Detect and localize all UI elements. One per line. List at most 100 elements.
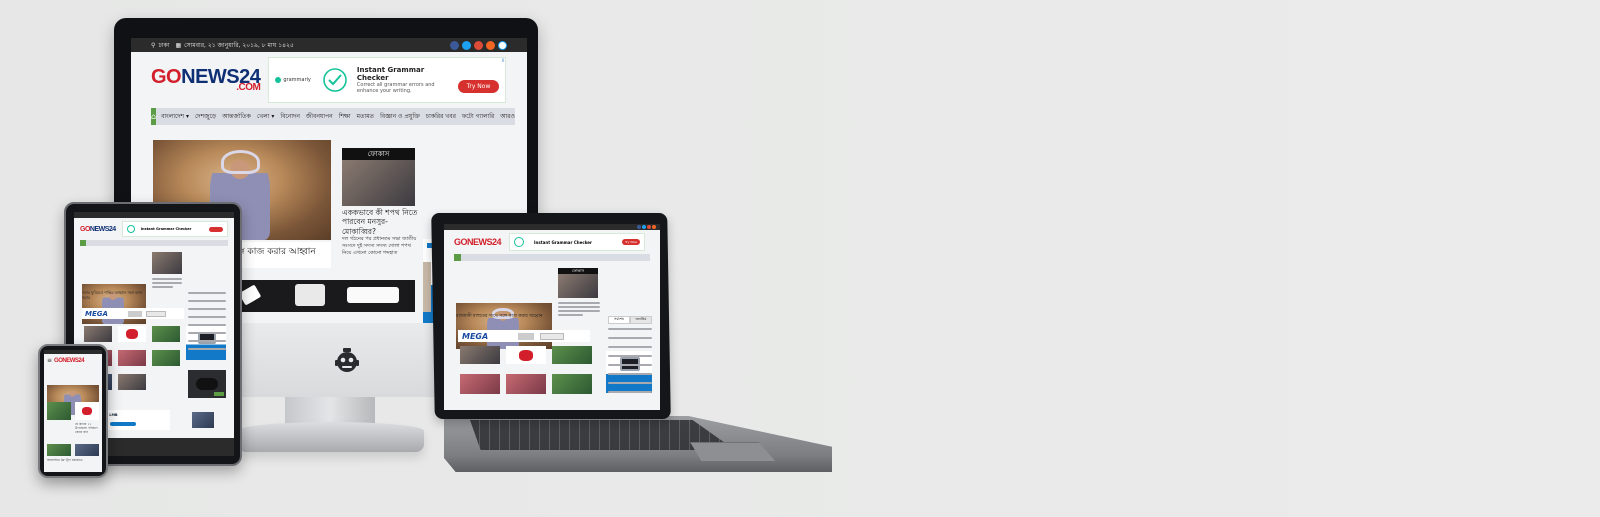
nav-item[interactable]: বিজ্ঞান ও প্রযুক্তি bbox=[380, 111, 420, 122]
nav-item[interactable]: খেলা ▾ bbox=[257, 111, 275, 122]
ad-body: Correct all grammar errors and enhance y… bbox=[356, 81, 435, 95]
laptop-thumb[interactable] bbox=[506, 374, 546, 394]
bangladesh-map-icon bbox=[126, 329, 138, 339]
laptop-ad[interactable]: Instant Grammar Checker Try Now bbox=[509, 233, 646, 251]
tablet-logo[interactable]: GONEWS24 bbox=[80, 226, 116, 233]
check-circle-icon bbox=[514, 237, 525, 247]
laptop-nav bbox=[454, 254, 650, 261]
phone-headline-1[interactable]: যে কাজে ১১ উপজেলা পরিষদে জেয়ে যান bbox=[75, 422, 100, 434]
tablet-thumb[interactable] bbox=[118, 374, 146, 390]
tablet-focus-photo[interactable] bbox=[152, 252, 182, 274]
focus-photo[interactable] bbox=[342, 160, 415, 206]
twitter-icon[interactable] bbox=[642, 225, 646, 229]
bottom-ad-button[interactable] bbox=[110, 422, 136, 426]
tablet-ad[interactable]: Instant Grammar Checker bbox=[121, 221, 228, 237]
ac-ad-strip[interactable] bbox=[231, 280, 415, 312]
focus-headline[interactable]: এককভাবে কী শপথ নিতে পারবেন মনসুর-মোকাব্ব… bbox=[342, 208, 420, 236]
laptop-sidebar-list bbox=[608, 328, 652, 393]
ad-title: Instant Grammar Checker bbox=[356, 65, 425, 82]
google-plus-icon[interactable] bbox=[474, 40, 483, 50]
home-icon[interactable] bbox=[80, 240, 86, 246]
tablet-thumb[interactable] bbox=[118, 350, 146, 366]
location-text: ঢাকা bbox=[158, 41, 170, 49]
tablet-gamepad-ad[interactable] bbox=[188, 370, 226, 398]
rss-icon[interactable] bbox=[652, 225, 656, 229]
tablet-thumb[interactable] bbox=[192, 412, 214, 428]
nav-item[interactable]: চাকরির খবর bbox=[426, 111, 456, 122]
phone-logo[interactable]: GONEWS24 bbox=[54, 358, 85, 364]
nav-item[interactable]: আরও ▾ bbox=[500, 111, 515, 122]
side-thumb bbox=[423, 262, 431, 312]
ac-unit-image bbox=[540, 332, 565, 340]
tablet-lead-headline[interactable]: সবার ঘুমিয়েও শান্তির আহ্বান সঙ্গে কাজ ক… bbox=[82, 290, 148, 301]
search-icon[interactable] bbox=[498, 40, 507, 50]
laptop-lead-headline[interactable]: রাজধানী মাহুতের সাথে সঙ্গে কাজ করার আহ্ব… bbox=[456, 314, 552, 320]
ac-unit-image bbox=[347, 287, 399, 303]
rss-icon[interactable] bbox=[486, 40, 495, 50]
google-plus-icon[interactable] bbox=[647, 225, 651, 229]
nav-item[interactable]: বিনোদন bbox=[280, 111, 300, 122]
grammarly-icon bbox=[275, 77, 282, 83]
news-site-laptop: GONEWS24 Instant Grammar Checker Try Now… bbox=[444, 224, 660, 410]
menu-icon[interactable]: ≡ bbox=[47, 357, 52, 364]
home-icon[interactable] bbox=[454, 254, 461, 261]
ad-brand: grammarly bbox=[283, 77, 311, 83]
home-icon[interactable]: ⌂ bbox=[151, 108, 157, 125]
ad-cta[interactable] bbox=[214, 392, 224, 396]
laptop-ad-title: Instant Grammar Checker bbox=[534, 239, 592, 245]
phone-headline-2[interactable]: অনলাইনে ফ্রি ট্রিপ মধ্যরাতে bbox=[47, 458, 99, 462]
grammar-ad-banner[interactable]: grammarly Instant Grammar Checker Correc… bbox=[268, 57, 507, 103]
ad-close-badge[interactable]: X bbox=[502, 58, 505, 63]
facebook-icon[interactable] bbox=[450, 40, 459, 50]
laptop-thumb[interactable] bbox=[460, 374, 500, 394]
tablet-try-now-button[interactable] bbox=[209, 226, 223, 232]
tab-latest[interactable]: সর্বশেষ bbox=[608, 316, 630, 324]
bangladesh-map-icon bbox=[82, 407, 92, 415]
laptop-sidebar-tabs: সর্বশেষ জনপ্রিয় bbox=[608, 316, 652, 324]
focus-title: ফোকাস bbox=[342, 148, 415, 160]
nav-item[interactable]: জীবনযাপন bbox=[306, 111, 333, 122]
nav-item[interactable]: শিক্ষা bbox=[339, 111, 351, 122]
bangladesh-map-icon bbox=[519, 349, 533, 361]
nav-item[interactable]: আন্তর্জাতিক bbox=[222, 111, 251, 122]
facebook-icon[interactable] bbox=[637, 225, 641, 229]
tablet-thumb[interactable] bbox=[152, 326, 180, 342]
laptop-logo[interactable]: GONEWS24 bbox=[454, 237, 502, 247]
phone-thumb[interactable] bbox=[47, 444, 71, 456]
tab-popular[interactable]: জনপ্রিয় bbox=[630, 316, 652, 324]
ac-unit-image bbox=[238, 284, 262, 306]
laptop-try-now-button[interactable]: Try Now bbox=[622, 239, 641, 245]
check-circle-icon bbox=[126, 225, 135, 233]
nav-item[interactable]: ফটো গ্যালারি bbox=[462, 111, 494, 122]
site-logo[interactable]: GONEWS24 .COM bbox=[151, 67, 261, 94]
tablet-thumb[interactable] bbox=[152, 350, 180, 366]
focus-summary: দল গঠনের পর প্রধানতম সভা জাতীয় সংসদে দু… bbox=[342, 236, 417, 256]
laptop-thumb[interactable] bbox=[460, 346, 500, 364]
phone-thumb[interactable] bbox=[75, 402, 99, 420]
tablet-thumb[interactable] bbox=[84, 326, 112, 342]
monitor-stand-foot bbox=[238, 422, 424, 452]
laptop-thumb[interactable] bbox=[552, 346, 592, 364]
laptop-focus-photo[interactable] bbox=[558, 274, 598, 298]
laptop-thumb[interactable] bbox=[552, 374, 592, 394]
nav-item[interactable]: বাংলাদেশ ▾ bbox=[161, 111, 189, 122]
tablet-focus-text bbox=[152, 278, 182, 288]
laptop-lead-photo[interactable] bbox=[456, 303, 552, 349]
phone-screen: ≡ GONEWS24 যে কাজে ১১ উপজেলা পরিষদে জেয়… bbox=[44, 350, 102, 472]
tablet-sidebar-list bbox=[188, 292, 226, 350]
gamepad-icon bbox=[196, 378, 218, 390]
date-text: সোমবার, ২১ জানুয়ারি, ২০১৯, ৮ মাঘ ১৪২৫ bbox=[184, 41, 294, 49]
laptop-mega-banner[interactable]: MEGA bbox=[458, 330, 590, 342]
laptop-thumb[interactable] bbox=[506, 346, 546, 364]
nav-item[interactable]: দেশজুড়ে bbox=[195, 111, 216, 122]
laptop-screen: GONEWS24 Instant Grammar Checker Try Now… bbox=[444, 224, 660, 410]
phone-thumb[interactable] bbox=[75, 444, 99, 456]
tablet-mega-banner[interactable]: MEGA bbox=[82, 308, 184, 319]
laptop-mega-logo: MEGA bbox=[462, 331, 489, 341]
tablet-thumb[interactable] bbox=[118, 326, 146, 342]
twitter-icon[interactable] bbox=[462, 40, 471, 50]
try-now-button[interactable]: Try Now bbox=[457, 79, 500, 93]
ac-unit-image bbox=[145, 310, 166, 317]
nav-item[interactable]: মতামত bbox=[357, 111, 374, 122]
phone-thumb[interactable] bbox=[47, 402, 71, 420]
